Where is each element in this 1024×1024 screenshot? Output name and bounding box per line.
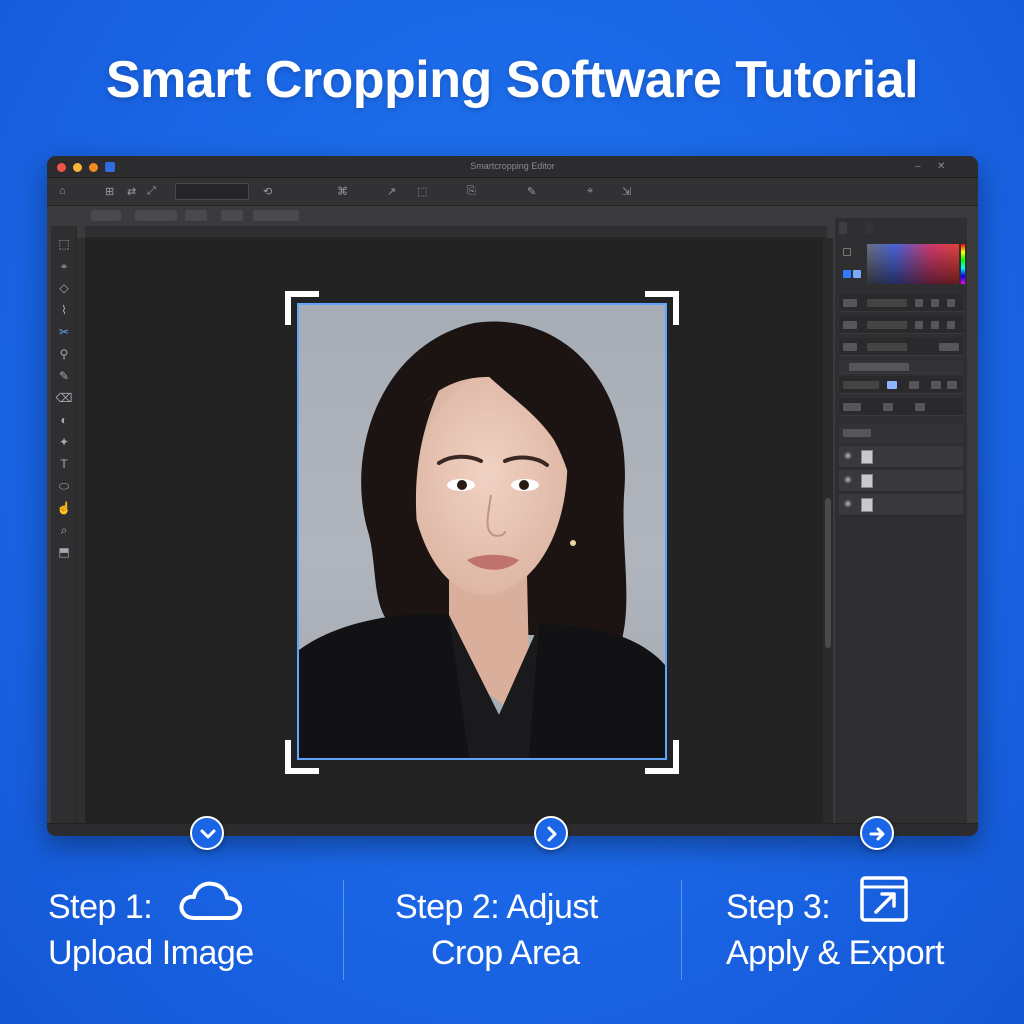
step-3-title: Step 3: — [726, 888, 831, 926]
secondary-swatch[interactable] — [853, 270, 861, 278]
scroll-thumb[interactable] — [825, 498, 831, 648]
step-3-marker — [860, 816, 894, 850]
step-3: Step 3: Apply & Export — [726, 884, 944, 976]
shape-tool-icon[interactable]: ⬭ — [55, 478, 73, 494]
chevron-right-icon — [547, 826, 557, 842]
document-tabs — [77, 208, 837, 222]
portrait-illustration — [299, 321, 665, 758]
layer-options-row[interactable] — [839, 376, 963, 394]
ruler-vertical — [77, 238, 85, 826]
layer-thumbnail — [861, 450, 873, 464]
adjust-row-3[interactable] — [839, 338, 963, 356]
vertical-scrollbar[interactable] — [823, 238, 833, 823]
cloud-icon — [179, 881, 243, 920]
crop-handle-bottom-left[interactable] — [285, 740, 319, 774]
tab-2[interactable] — [135, 210, 177, 221]
ruler-horizontal — [85, 226, 827, 238]
eyedropper-tool-icon[interactable]: ⚲ — [55, 346, 73, 362]
crop-handle-top-left[interactable] — [285, 291, 319, 325]
step-divider — [343, 880, 344, 980]
right-panels: ◉ ◉ ◉ — [835, 218, 967, 823]
hand-tool-icon[interactable]: ☝ — [55, 500, 73, 516]
heal-tool-icon[interactable]: ✦ — [55, 434, 73, 450]
panel-tab-swatches[interactable] — [865, 222, 873, 234]
chevron-down-icon — [200, 829, 216, 839]
status-bar — [47, 823, 978, 836]
adjust-row-2[interactable] — [839, 316, 963, 334]
brush-tool-icon[interactable]: ✎ — [55, 368, 73, 384]
expand-icon[interactable]: ⇲ — [622, 185, 631, 198]
eraser-tool-icon[interactable]: ⌫ — [55, 390, 73, 406]
background-swatch[interactable] — [843, 248, 851, 256]
layer-item[interactable]: ◉ — [839, 446, 963, 468]
tab-1[interactable] — [91, 210, 121, 221]
copy-icon[interactable]: ⎘ — [467, 185, 476, 198]
visibility-icon[interactable]: ◉ — [844, 450, 852, 461]
layer-thumbnail — [861, 474, 873, 488]
swatch-tool-icon[interactable]: ⬒ — [55, 544, 73, 560]
resize-icon[interactable]: ⤢ — [147, 185, 156, 198]
color-spectrum[interactable] — [867, 244, 959, 284]
step-1-marker — [190, 816, 224, 850]
type-tool-icon[interactable]: T — [55, 456, 73, 472]
page-title: Smart Cropping Software Tutorial — [105, 51, 919, 109]
layers-title-row — [839, 424, 963, 442]
layer-controls-row[interactable] — [839, 398, 963, 416]
adjust-row-1[interactable] — [839, 294, 963, 312]
step-divider — [681, 880, 682, 980]
panel-tab-color[interactable] — [839, 222, 847, 234]
rotate-icon[interactable]: ⟲ — [263, 185, 272, 198]
visibility-icon[interactable]: ◉ — [844, 498, 852, 509]
tools-panel: ⬚ ⌖ ◇ ⌇ ✂ ⚲ ✎ ⌫ ◐ ✦ T ⬭ ☝ ⌕ ⬒ — [51, 226, 77, 826]
crop-handle-top-right[interactable] — [645, 291, 679, 325]
wand-tool-icon[interactable]: ⌇ — [55, 302, 73, 318]
step-1-label: Upload Image — [48, 934, 254, 972]
ratio-field[interactable] — [175, 183, 249, 200]
visibility-icon[interactable]: ◉ — [844, 474, 852, 485]
move-tool-icon[interactable]: ⌖ — [55, 258, 73, 274]
swap-icon[interactable]: ⇄ — [127, 185, 136, 198]
step-2-label: Crop Area — [431, 934, 580, 972]
layers-header — [839, 360, 963, 374]
window-title: Smartcropping Editor — [470, 161, 555, 171]
command-icon[interactable]: ⌘ — [337, 185, 348, 198]
target-icon[interactable]: ⌖ — [587, 185, 593, 198]
crop-tool-icon[interactable]: ✂ — [55, 324, 73, 340]
hue-slider[interactable] — [961, 244, 965, 284]
step-3-label: Apply & Export — [726, 934, 944, 972]
tab-4[interactable] — [221, 210, 243, 221]
arrow-icon[interactable]: ↗ — [387, 185, 396, 198]
tab-5[interactable] — [253, 210, 299, 221]
select-icon[interactable]: ⬚ — [417, 185, 427, 198]
layer-item[interactable]: ◉ — [839, 470, 963, 492]
options-bar: ⌂ ⊞ ⇄ ⤢ ⟲ ⌘ ↗ ⬚ ⎘ ✎ ⌖ ⇲ — [47, 178, 978, 206]
gradient-tool-icon[interactable]: ◐ — [55, 412, 73, 428]
export-icon — [860, 876, 908, 922]
lasso-tool-icon[interactable]: ◇ — [55, 280, 73, 296]
pen-icon[interactable]: ✎ — [527, 185, 536, 198]
close-icon[interactable]: ✕ — [937, 161, 945, 172]
title-bar: Smartcropping Editor – ✕ — [47, 156, 978, 178]
layer-thumbnail — [861, 498, 873, 512]
portrait-photo[interactable] — [297, 303, 667, 760]
step-2: Step 2: Adjust Crop Area — [395, 884, 598, 976]
layer-item[interactable]: ◉ — [839, 494, 963, 516]
minimize-icon[interactable]: – — [915, 161, 921, 172]
grid-icon[interactable]: ⊞ — [105, 185, 114, 198]
marquee-tool-icon[interactable]: ⬚ — [55, 236, 73, 252]
home-icon[interactable]: ⌂ — [59, 185, 66, 197]
step-2-title: Step 2: Adjust — [395, 888, 598, 926]
step-2-marker — [534, 816, 568, 850]
foreground-swatch[interactable] — [843, 270, 851, 278]
arrow-right-icon — [869, 827, 885, 841]
tab-3[interactable] — [185, 210, 207, 221]
zoom-tool-icon[interactable]: ⌕ — [55, 522, 73, 538]
crop-handle-bottom-right[interactable] — [645, 740, 679, 774]
